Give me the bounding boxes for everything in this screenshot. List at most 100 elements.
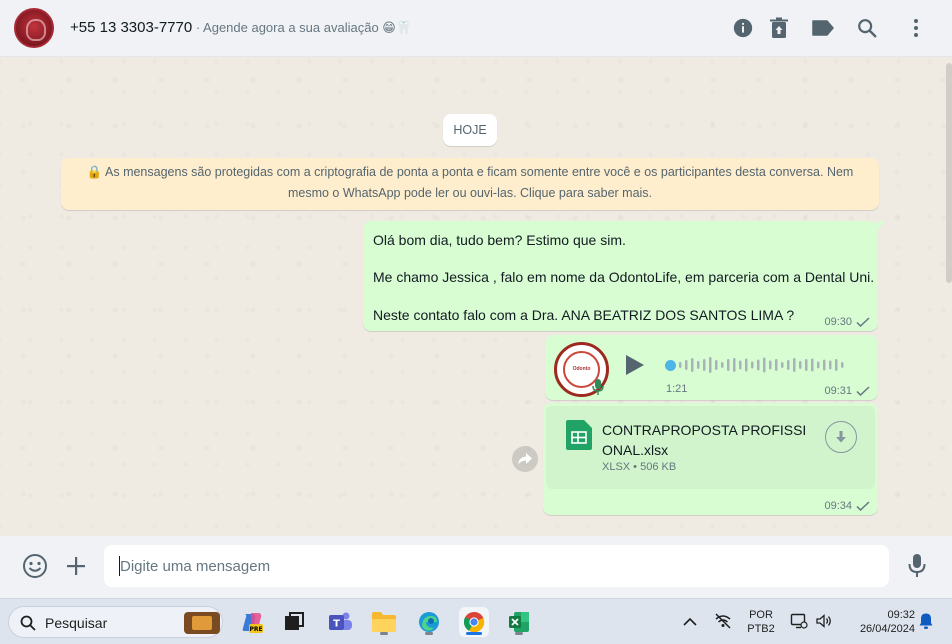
- chat-scrollbar[interactable]: [945, 57, 952, 536]
- message-input[interactable]: [104, 545, 889, 587]
- scrollbar-thumb[interactable]: [946, 63, 952, 283]
- taskbar-search[interactable]: Pesquisar: [8, 606, 223, 638]
- svg-text:T: T: [333, 619, 340, 630]
- forward-button[interactable]: [512, 446, 538, 472]
- task-view-app[interactable]: [279, 607, 309, 637]
- encryption-notice-line1: 🔒 As mensagens são protegidas com a crip…: [86, 165, 854, 179]
- waveform-bar: [739, 360, 742, 370]
- chevron-up-icon: [683, 617, 697, 626]
- encryption-notice-line2: mesmo o WhatsApp pode ler ou ouvi-las. C…: [287, 186, 653, 200]
- microphone-icon: [908, 554, 926, 577]
- document-file-name: CONTRAPROPOSTA PROFISSIONAL.xlsx: [602, 422, 807, 458]
- delete-icon[interactable]: [767, 16, 791, 40]
- document-card[interactable]: CONTRAPROPOSTA PROFISSIONAL.xlsx XLSX • …: [546, 406, 875, 489]
- teams-app[interactable]: T: [325, 607, 355, 637]
- waveform-bar: [733, 358, 736, 372]
- sent-check-icon: [856, 317, 870, 327]
- audio-progress-handle[interactable]: [665, 360, 676, 371]
- message-bubble-audio[interactable]: Odonto 1:21 09:31: [545, 335, 878, 400]
- message-meta: 09:31: [824, 385, 870, 397]
- audio-avatar-text: Odonto: [572, 366, 591, 372]
- emoji-button[interactable]: [22, 553, 48, 579]
- search-icon[interactable]: [855, 16, 879, 40]
- waveform-bar: [751, 361, 754, 369]
- label-icon[interactable]: [811, 16, 835, 40]
- clock-date: 26/04/2024: [859, 623, 915, 635]
- taskbar-search-label: Pesquisar: [45, 615, 108, 631]
- copilot-app[interactable]: PRE: [237, 607, 267, 637]
- message-meta: 09:34: [824, 500, 870, 512]
- contact-title[interactable]: +55 13 3303-7770 · Agende agora a sua av…: [70, 19, 412, 36]
- task-view-icon: [285, 612, 304, 630]
- volume-control[interactable]: [815, 612, 833, 635]
- waveform-bar: [763, 357, 766, 373]
- contact-avatar[interactable]: [14, 8, 54, 48]
- sent-check-icon: [856, 501, 870, 511]
- audio-duration: 1:21: [666, 383, 688, 395]
- monitor-icon: [790, 613, 808, 629]
- encryption-notice[interactable]: 🔒 As mensagens são protegidas com a crip…: [61, 158, 879, 210]
- waveform-bar: [829, 360, 832, 370]
- info-icon[interactable]: [731, 16, 755, 40]
- volume-icon: [816, 614, 831, 628]
- waveform-bar: [727, 359, 730, 371]
- message-line: Olá bom dia, tudo bem? Estimo que sim.: [373, 232, 626, 248]
- folder-icon: [372, 612, 396, 632]
- network-status[interactable]: [714, 612, 732, 635]
- waveform-bar: [709, 357, 712, 373]
- waveform-bar: [799, 361, 802, 369]
- audio-waveform[interactable]: [665, 355, 855, 375]
- message-line: Neste contato falo com a Dra. ANA BEATRI…: [373, 307, 795, 323]
- edge-app[interactable]: [414, 607, 444, 637]
- waveform-bar: [823, 359, 826, 371]
- play-icon[interactable]: [626, 355, 644, 375]
- chrome-app[interactable]: [459, 607, 489, 637]
- briefcase-icon: [184, 612, 220, 634]
- text-caret: [119, 556, 120, 576]
- message-composer: [0, 536, 952, 598]
- windows-taskbar: Pesquisar PRE T POR PTB2 09:32 26/04/202…: [0, 598, 952, 644]
- menu-icon[interactable]: [904, 16, 928, 40]
- waveform-bar: [745, 358, 748, 372]
- excel-app[interactable]: [504, 607, 534, 637]
- voice-message-button[interactable]: [904, 553, 930, 579]
- app-active-indicator: [466, 632, 482, 635]
- forward-icon: [518, 453, 532, 465]
- waveform-bar: [793, 358, 796, 372]
- message-meta: 09:30: [824, 316, 870, 328]
- edge-icon: [419, 612, 439, 632]
- download-icon: [836, 431, 846, 443]
- chat-header: +55 13 3303-7770 · Agende agora a sua av…: [0, 0, 952, 57]
- app-running-indicator: [515, 632, 523, 635]
- document-file-info: XLSX • 506 KB: [602, 461, 677, 473]
- app-running-indicator: [380, 632, 388, 635]
- spreadsheet-icon: [566, 420, 592, 450]
- display-settings[interactable]: [790, 612, 808, 635]
- svg-text:PRE: PRE: [249, 626, 262, 633]
- app-running-indicator: [425, 632, 433, 635]
- message-bubble-document[interactable]: CONTRAPROPOSTA PROFISSIONAL.xlsx XLSX • …: [543, 403, 878, 515]
- no-internet-icon: [715, 613, 731, 629]
- waveform-bar: [841, 362, 844, 368]
- attach-button[interactable]: [63, 553, 89, 579]
- contact-status: · Agende agora a sua avaliação 😁🦷: [192, 20, 413, 35]
- waveform-bars: [679, 357, 844, 373]
- show-hidden-icons-button[interactable]: [683, 614, 697, 632]
- input-language[interactable]: POR PTB2: [744, 608, 778, 636]
- download-button[interactable]: [825, 421, 857, 453]
- plus-icon: [67, 557, 85, 575]
- language-line2: PTB2: [747, 623, 775, 635]
- sent-check-icon: [856, 386, 870, 396]
- copilot-icon: PRE: [242, 613, 263, 633]
- chat-area[interactable]: HOJE 🔒 As mensagens são protegidas com a…: [0, 57, 952, 536]
- date-chip: HOJE: [443, 114, 497, 146]
- message-input-box[interactable]: [104, 545, 889, 587]
- waveform-bar: [685, 360, 688, 370]
- message-bubble-text[interactable]: Olá bom dia, tudo bem? Estimo que sim. M…: [363, 221, 885, 331]
- notifications-button[interactable]: [918, 612, 934, 635]
- clock[interactable]: 09:32 26/04/2024: [843, 608, 915, 636]
- waveform-bar: [781, 362, 784, 368]
- file-explorer-app[interactable]: [369, 607, 399, 637]
- excel-icon: [509, 612, 529, 632]
- waveform-bar: [691, 358, 694, 372]
